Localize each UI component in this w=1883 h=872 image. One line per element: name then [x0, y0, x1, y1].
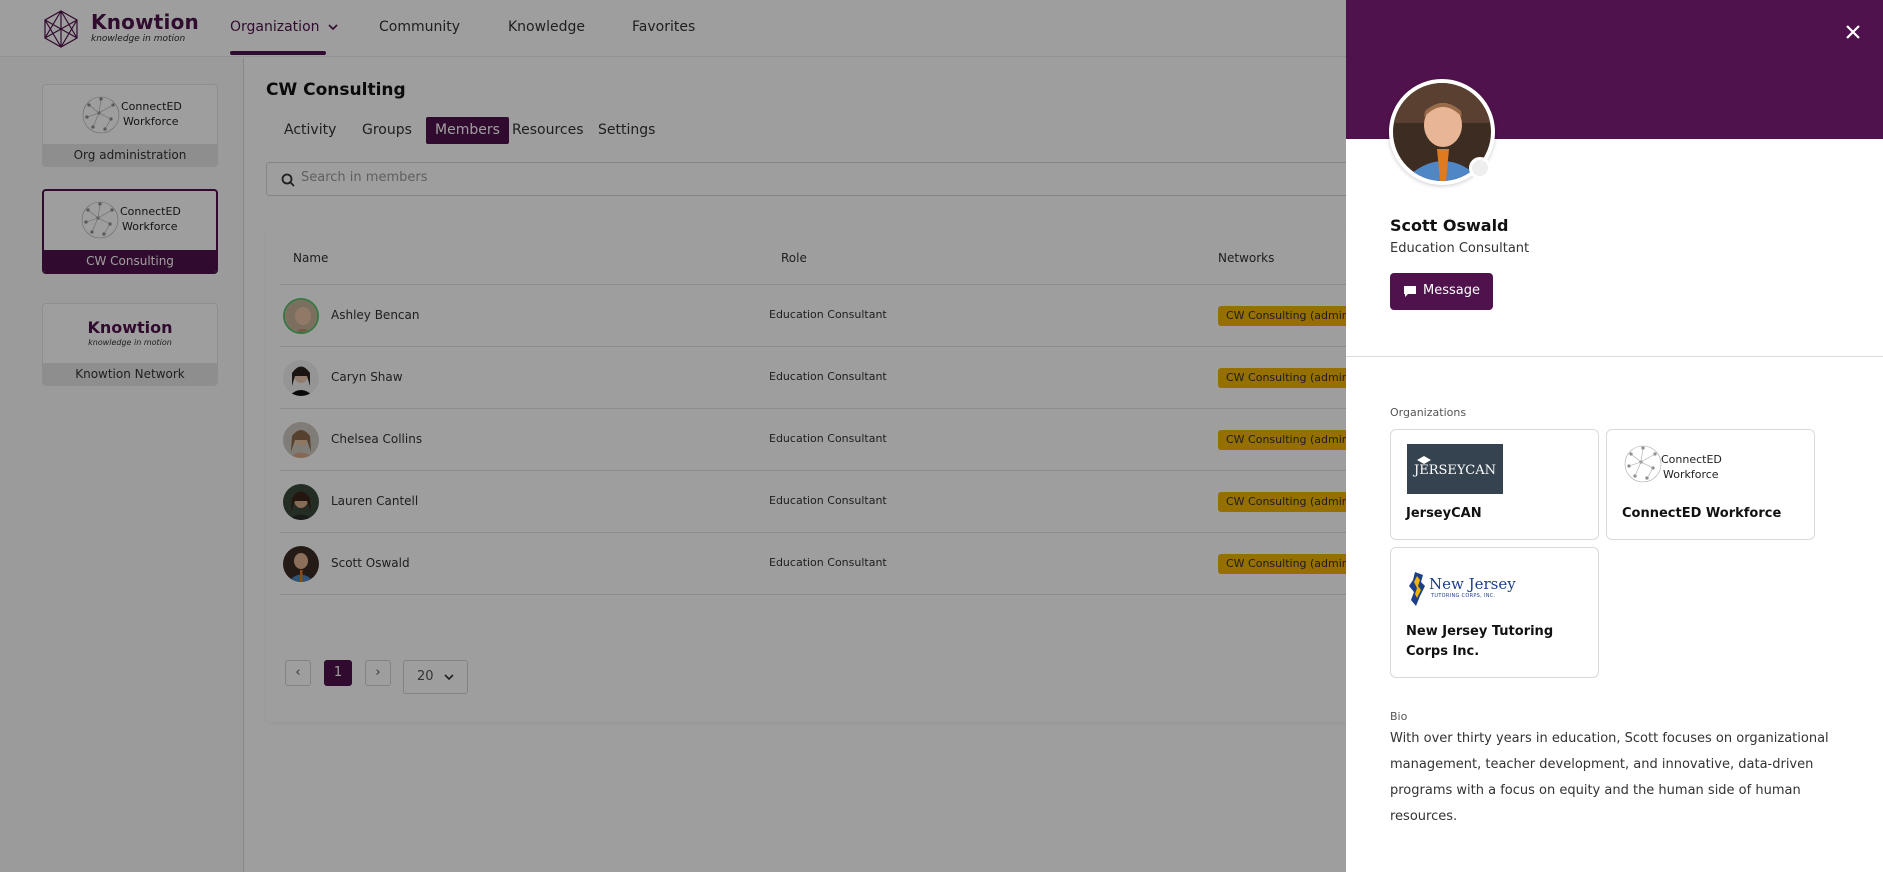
logo-line2: Workforce: [1663, 468, 1719, 481]
logo-line1: ConnectED: [1661, 453, 1722, 466]
modal-backdrop[interactable]: [0, 0, 1346, 872]
nj-logo-subtext: TUTORING CORPS, INC.: [1431, 593, 1496, 599]
org-logo-text: ConnectED Workforce: [1661, 452, 1722, 482]
chat-bubble-icon: [1404, 286, 1416, 297]
jerseycan-logo: JERSEYCAN: [1407, 444, 1503, 494]
nj-logo-text: New Jersey: [1429, 575, 1516, 593]
profile-role: Education Consultant: [1390, 241, 1530, 256]
org-card-name: JerseyCAN: [1406, 506, 1482, 521]
section-divider: [1346, 356, 1883, 357]
bio-text: With over thirty years in education, Sco…: [1390, 731, 1829, 824]
org-card-name: New Jersey Tutoring Corps Inc.: [1406, 624, 1554, 659]
org-card-name: ConnectED Workforce: [1622, 506, 1782, 521]
member-profile-panel: Scott Oswald Education Consultant Messag…: [1346, 0, 1883, 872]
profile-name: Scott Oswald: [1390, 216, 1509, 235]
org-card-jerseycan[interactable]: JERSEYCAN JerseyCAN: [1390, 429, 1599, 540]
org-card-connected-workforce[interactable]: ConnectED Workforce ConnectED Workforce: [1606, 429, 1815, 540]
message-button-label: Message: [1423, 283, 1480, 298]
close-icon[interactable]: [1841, 20, 1865, 44]
message-button[interactable]: Message: [1390, 273, 1493, 310]
organizations-heading: Organizations: [1390, 406, 1467, 419]
network-globe-icon: [1624, 445, 1662, 483]
jerseycan-logo-text: JERSEYCAN: [1414, 463, 1496, 478]
bio-heading: Bio: [1390, 710, 1408, 723]
online-status-indicator: [1469, 157, 1491, 179]
new-jersey-state-icon: [1409, 572, 1425, 606]
org-card-new-jersey-tutoring-corps[interactable]: New Jersey TUTORING CORPS, INC. New Jers…: [1390, 547, 1599, 678]
